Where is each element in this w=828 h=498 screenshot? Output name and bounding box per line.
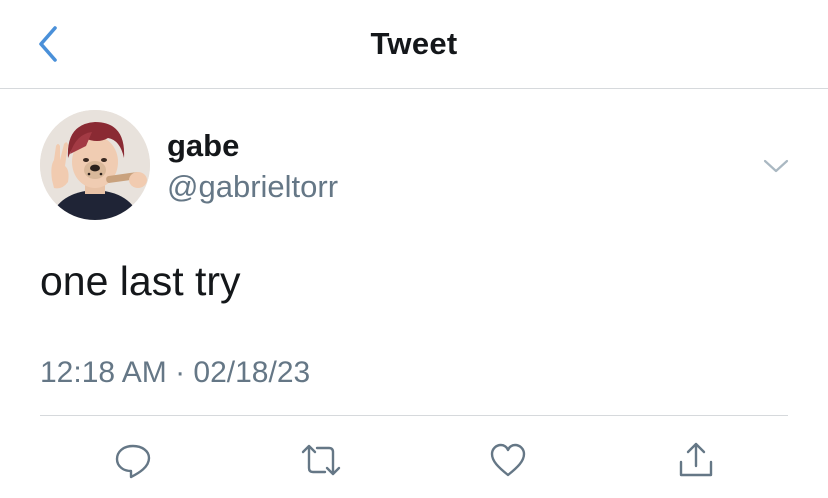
- author-handle[interactable]: @gabrieltorr: [167, 169, 338, 205]
- reply-icon: [115, 444, 151, 479]
- page-title: Tweet: [370, 26, 458, 61]
- retweet-icon: [301, 444, 341, 476]
- like-button[interactable]: [486, 438, 530, 482]
- tweet-options-button[interactable]: [760, 154, 792, 178]
- divider: [40, 415, 788, 416]
- share-button[interactable]: [674, 438, 718, 482]
- tweet-text: one last try: [40, 258, 241, 304]
- share-icon: [679, 442, 713, 477]
- avatar[interactable]: [40, 110, 150, 220]
- navigation-bar: Tweet: [0, 0, 828, 89]
- chevron-down-icon: [763, 159, 789, 173]
- retweet-button[interactable]: [299, 438, 343, 482]
- profile-photo: [40, 110, 150, 220]
- tweet-timestamp: 12:18 AM · 02/18/23: [40, 356, 311, 389]
- reply-button[interactable]: [111, 438, 155, 482]
- author-display-name[interactable]: gabe: [167, 128, 239, 164]
- like-icon: [490, 443, 526, 477]
